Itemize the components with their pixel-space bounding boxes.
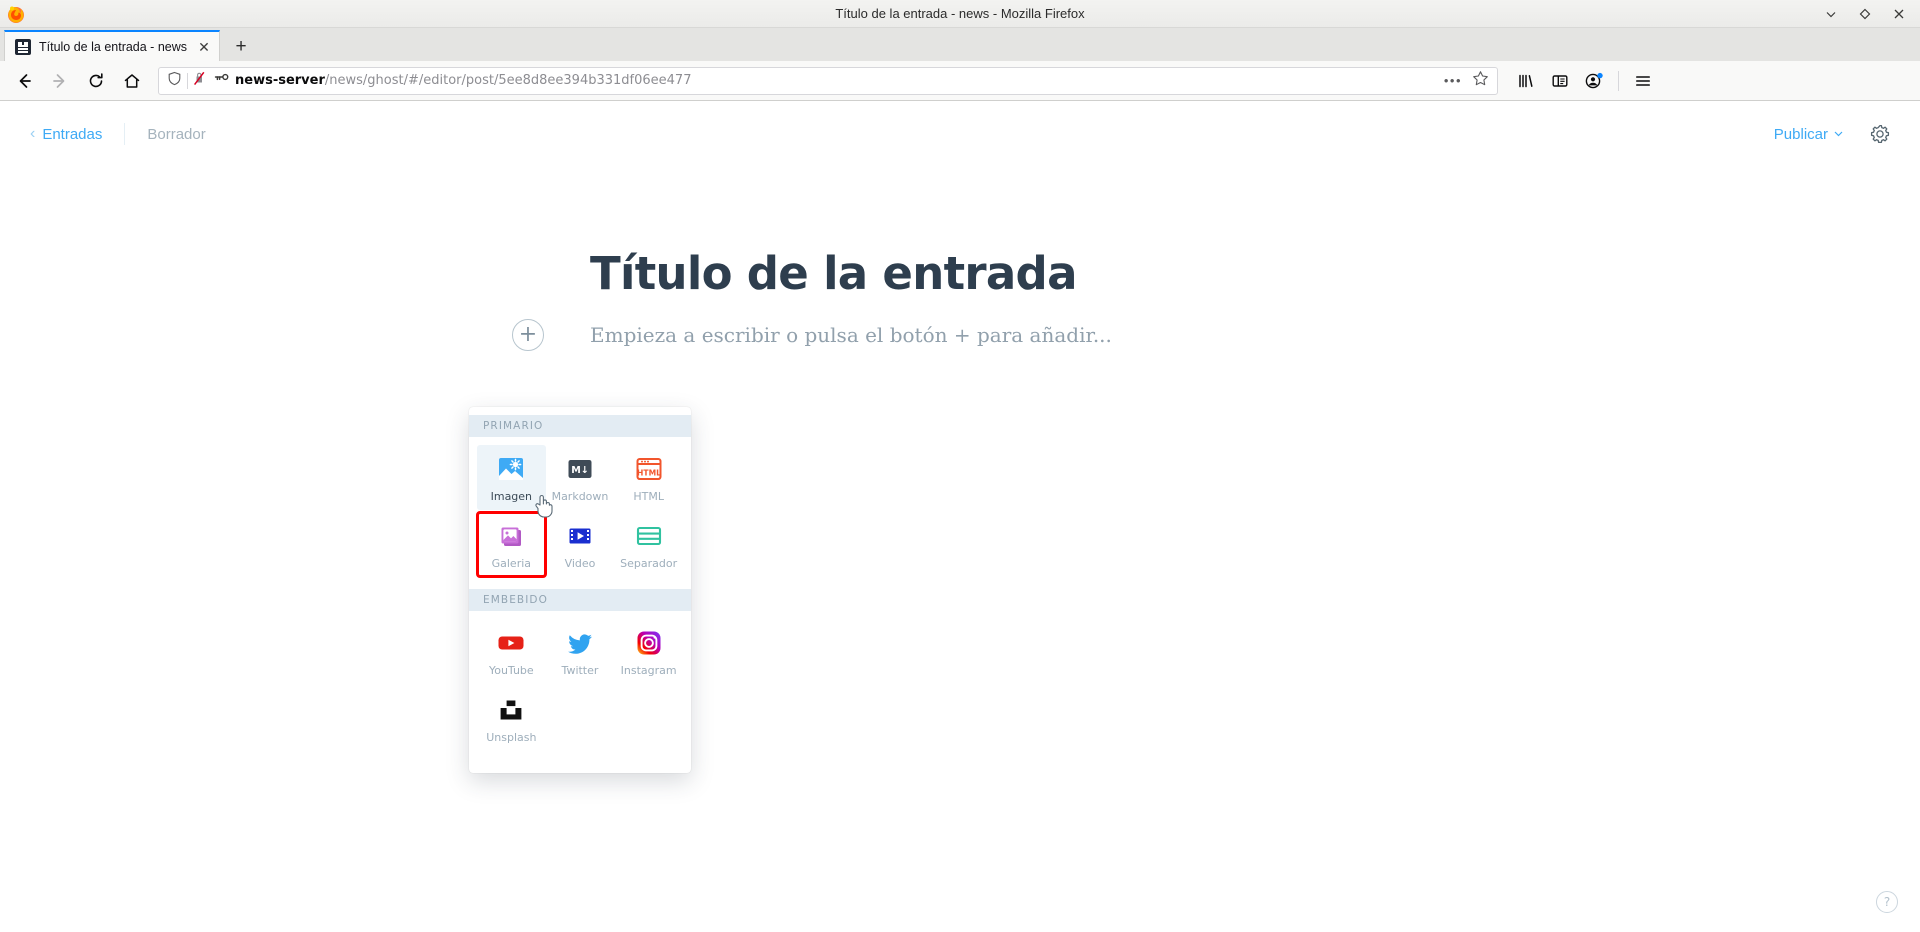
card-item-label: Markdown (552, 490, 609, 503)
card-item-label: Unsplash (486, 731, 536, 744)
chevron-left-icon: ‹ (30, 126, 35, 142)
svg-text:HTML: HTML (637, 468, 661, 477)
home-button[interactable] (116, 66, 148, 96)
post-status-label: Borrador (147, 126, 205, 143)
forward-button[interactable] (44, 66, 76, 96)
post-body-editor[interactable]: + Empieza a escribir o pulsa el botón + … (590, 323, 1330, 347)
page-actions-icon[interactable]: ••• (1444, 74, 1462, 87)
url-host: news-server (235, 73, 325, 88)
tab-close-icon[interactable]: ✕ (195, 38, 213, 56)
image-icon (497, 455, 525, 483)
url-bar[interactable]: news-server/news/ghost/#/editor/post/5ee… (158, 67, 1498, 95)
card-item-label: Video (565, 557, 596, 570)
close-button[interactable] (1892, 7, 1906, 21)
twitter-icon (566, 629, 594, 657)
instagram-icon (635, 629, 663, 657)
minimize-button[interactable] (1824, 7, 1838, 21)
library-icon[interactable] (1510, 66, 1542, 96)
menu-icon[interactable] (1627, 66, 1659, 96)
url-bar-actions: ••• (1444, 70, 1493, 92)
card-item-html[interactable]: HTML HTML (614, 445, 683, 510)
markdown-icon: M↓ (566, 455, 594, 483)
card-item-label: Separador (620, 557, 677, 570)
back-button[interactable] (8, 66, 40, 96)
editor-canvas: Título de la entrada + Empieza a escribi… (590, 167, 1330, 347)
card-item-label: Twitter (562, 664, 599, 677)
ghost-editor: ‹ Entradas Borrador Publicar Título de l… (0, 101, 1920, 931)
window-title: Título de la entrada - news - Mozilla Fi… (0, 6, 1920, 21)
gallery-icon (497, 522, 525, 550)
card-item-separador[interactable]: Separador (614, 512, 683, 577)
card-menu-grid-embebido: YouTube Twitter (469, 611, 691, 763)
card-item-youtube[interactable]: YouTube (477, 619, 546, 684)
ghost-editor-header: ‹ Entradas Borrador Publicar (0, 101, 1920, 167)
reload-button[interactable] (80, 66, 112, 96)
firefox-logo-icon (6, 4, 26, 24)
card-item-unsplash[interactable]: Unsplash (477, 686, 546, 751)
card-item-label: Instagram (621, 664, 677, 677)
add-card-button[interactable]: + (512, 319, 544, 351)
chevron-down-icon (1833, 126, 1844, 143)
tab-strip: Título de la entrada - news ✕ + (0, 28, 1920, 61)
url-path: /news/ghost/#/editor/post/5ee8d8ee394b33… (325, 73, 692, 88)
card-menu-grid-primario: Imagen M↓ Markdown (469, 437, 691, 589)
tab-title: Título de la entrada - news (39, 40, 187, 54)
card-menu-section-primario: PRIMARIO (469, 415, 691, 437)
login-key-icon[interactable] (214, 71, 229, 90)
account-icon[interactable] (1578, 66, 1610, 96)
card-menu-section-embebido: EMBEBIDO (469, 589, 691, 611)
no-https-icon[interactable] (193, 71, 209, 91)
settings-gear-icon[interactable] (1870, 124, 1890, 144)
svg-text:M↓: M↓ (571, 465, 589, 476)
toolbar-divider (1618, 71, 1619, 91)
browser-tab-active[interactable]: Título de la entrada - news ✕ (4, 30, 220, 61)
browser-toolbar-right (1510, 66, 1659, 96)
divider-icon (635, 522, 663, 550)
back-to-posts-label: Entradas (42, 126, 102, 143)
card-item-video[interactable]: Video (546, 512, 615, 577)
html-icon: HTML (635, 455, 663, 483)
header-divider (124, 123, 125, 145)
shield-icon[interactable] (167, 71, 182, 91)
card-item-label: Galeria (492, 557, 531, 570)
card-item-galeria[interactable]: Galeria (477, 512, 546, 577)
publish-label: Publicar (1774, 126, 1828, 143)
card-item-markdown[interactable]: M↓ Markdown (546, 445, 615, 510)
window-controls (1824, 7, 1920, 21)
card-item-label: HTML (633, 490, 664, 503)
card-item-twitter[interactable]: Twitter (546, 619, 615, 684)
new-tab-button[interactable]: + (226, 33, 256, 61)
help-button[interactable]: ? (1876, 891, 1898, 913)
ghost-header-left: ‹ Entradas Borrador (30, 123, 206, 145)
post-title-input[interactable]: Título de la entrada (590, 249, 1330, 299)
url-text[interactable]: news-server/news/ghost/#/editor/post/5ee… (235, 73, 1438, 88)
sidebar-icon[interactable] (1544, 66, 1576, 96)
publish-menu-button[interactable]: Publicar (1774, 126, 1844, 143)
bookmark-star-icon[interactable] (1472, 70, 1489, 92)
video-icon (566, 522, 594, 550)
body-placeholder: Empieza a escribir o pulsa el botón + pa… (590, 323, 1112, 347)
card-item-label: YouTube (489, 664, 534, 677)
url-bar-identity-icons (167, 71, 229, 91)
url-divider (187, 73, 188, 89)
maximize-button[interactable] (1858, 7, 1872, 21)
card-item-instagram[interactable]: Instagram (614, 619, 683, 684)
back-to-posts-link[interactable]: ‹ Entradas (30, 126, 102, 143)
card-item-imagen[interactable]: Imagen (477, 445, 546, 510)
browser-navbar: news-server/news/ghost/#/editor/post/5ee… (0, 61, 1920, 101)
card-menu-popup: PRIMARIO Imagen M↓ (469, 407, 691, 773)
window-titlebar: Título de la entrada - news - Mozilla Fi… (0, 0, 1920, 28)
ghost-header-right: Publicar (1774, 124, 1890, 144)
ghost-favicon-icon (15, 39, 31, 55)
unsplash-icon (497, 696, 525, 724)
card-item-label: Imagen (491, 490, 532, 503)
youtube-icon (497, 629, 525, 657)
